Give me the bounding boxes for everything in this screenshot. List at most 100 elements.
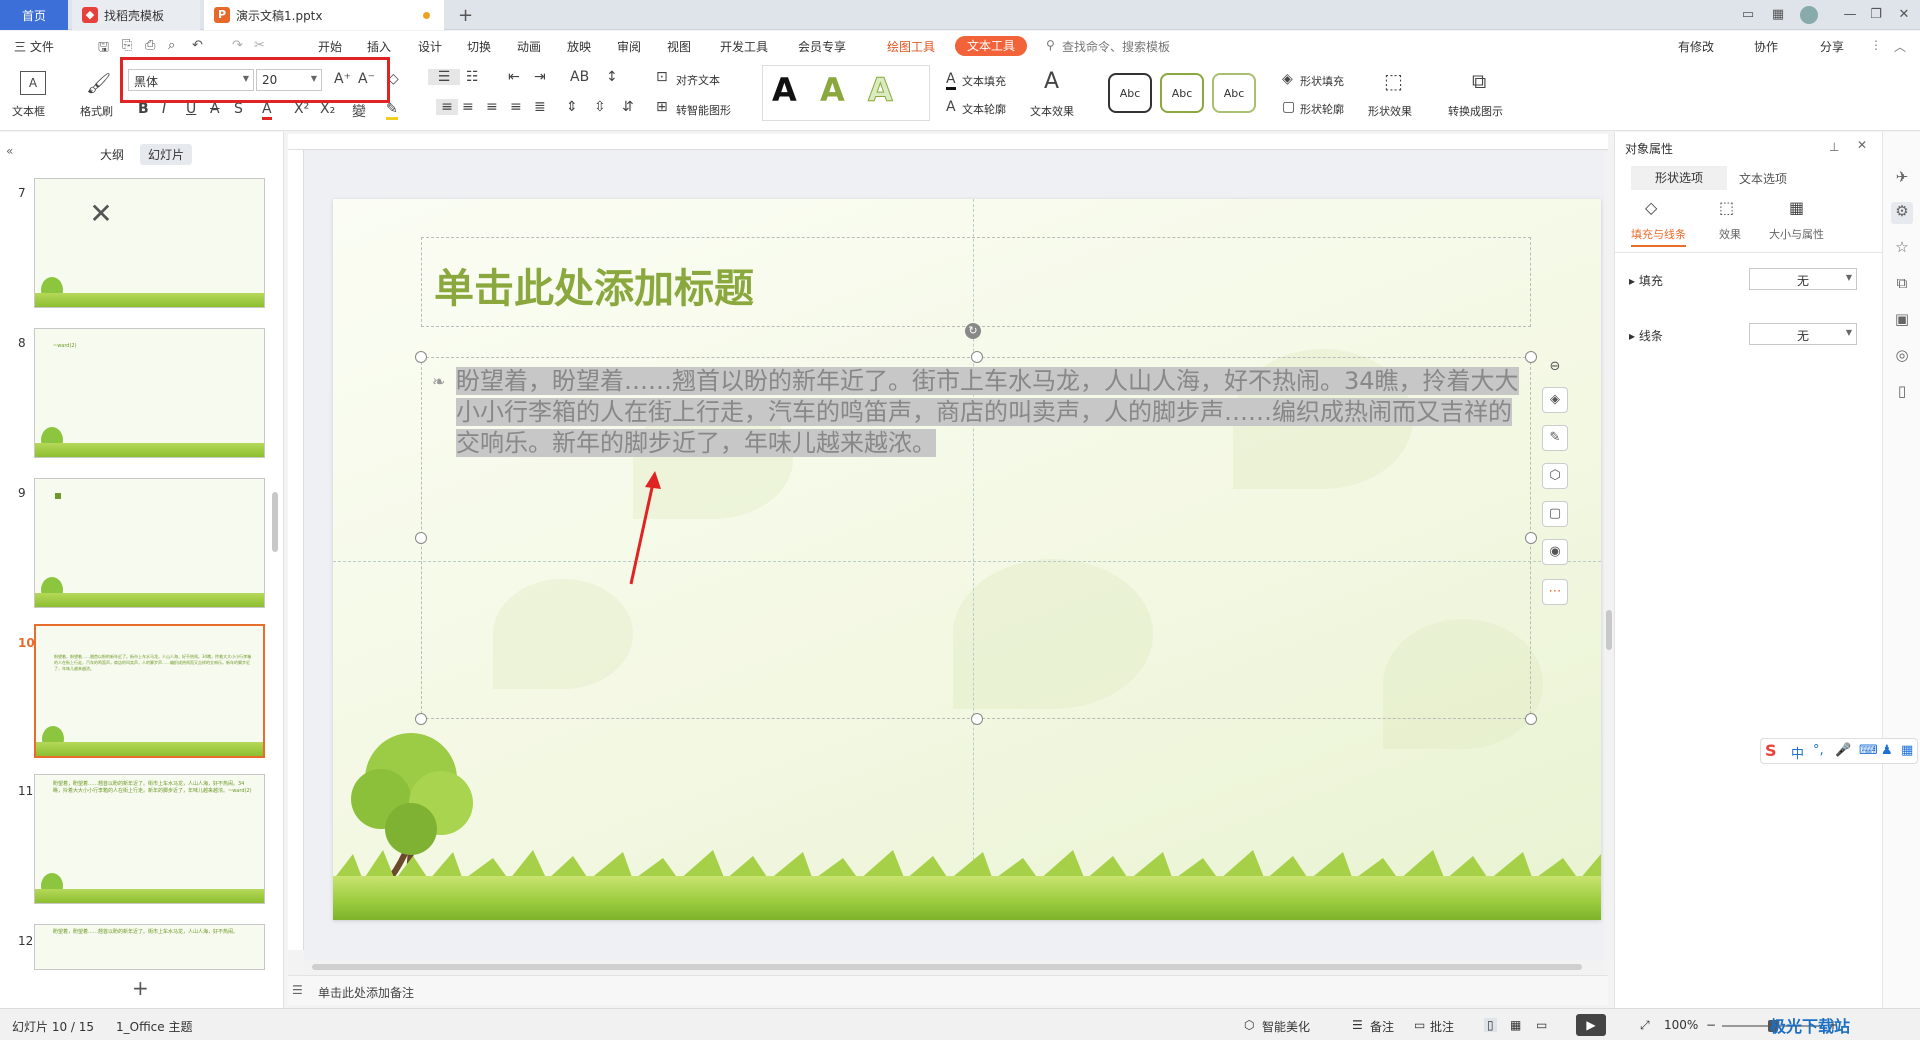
text-effect-icon[interactable]: A bbox=[1044, 69, 1059, 94]
smart-beautify-button[interactable]: 智能美化 bbox=[1262, 1018, 1310, 1035]
font-color-icon[interactable]: A bbox=[262, 101, 272, 120]
collapse-ribbon-icon[interactable]: ︿ bbox=[1894, 38, 1906, 55]
book-icon[interactable]: ▯ bbox=[1891, 382, 1913, 404]
menu-item-drawing-tools[interactable]: 绘图工具 bbox=[887, 38, 935, 55]
fill-bucket-icon[interactable]: ⬡ bbox=[1542, 463, 1568, 489]
rotate-handle-icon[interactable]: ↻ bbox=[965, 323, 981, 339]
resize-handle[interactable] bbox=[1525, 351, 1537, 363]
more-options-icon[interactable]: ⋯ bbox=[1542, 579, 1568, 605]
preview-icon[interactable]: ⌕ bbox=[168, 38, 175, 53]
subscript-icon[interactable]: X₂ bbox=[320, 101, 335, 117]
menu-file[interactable]: 三 文件 bbox=[14, 38, 54, 55]
settings-sliders-icon[interactable]: ⚙ bbox=[1891, 202, 1913, 224]
menu-item-design[interactable]: 设计 bbox=[418, 38, 442, 55]
justify-icon[interactable]: ≡ bbox=[510, 99, 522, 115]
shape-fill-icon[interactable]: ◈ bbox=[1282, 71, 1293, 87]
align-text-button[interactable]: 对齐文本 bbox=[676, 72, 720, 88]
layout-icon[interactable]: ▭ bbox=[1738, 6, 1758, 24]
resize-handle[interactable] bbox=[415, 351, 427, 363]
modified-status[interactable]: 有修改 bbox=[1678, 38, 1714, 55]
wing-icon[interactable]: ✈ bbox=[1891, 168, 1913, 190]
tab-outline[interactable]: 大纲 bbox=[92, 144, 132, 165]
resize-handle[interactable] bbox=[971, 351, 983, 363]
command-search[interactable]: 查找命令、搜索模板 bbox=[1062, 38, 1170, 55]
slide-thumbnail-7[interactable]: ✕ bbox=[34, 178, 265, 308]
collapse-panel-icon[interactable]: « bbox=[6, 144, 13, 158]
play-slideshow-icon[interactable]: ▶ bbox=[1576, 1014, 1606, 1036]
numbered-list-icon[interactable]: ☷ bbox=[466, 69, 479, 85]
line-section[interactable]: ▸ 线条 bbox=[1629, 327, 1663, 344]
align-right-icon[interactable]: ≡ bbox=[486, 99, 498, 115]
pin-icon[interactable]: ⊥ bbox=[1829, 140, 1839, 154]
reading-view-icon[interactable]: ▭ bbox=[1536, 1018, 1547, 1032]
menu-item-insert[interactable]: 插入 bbox=[367, 38, 391, 55]
close-icon[interactable]: ✕ bbox=[1894, 6, 1914, 24]
line-spacing-icon[interactable]: ⇕ bbox=[566, 99, 578, 115]
current-slide[interactable]: 单击此处添加标题 ↻ ❧ 盼望着，盼望着……翘首以盼的新年近了。街市上车水马龙，… bbox=[333, 199, 1601, 920]
panel-close-icon[interactable]: ✕ bbox=[1857, 138, 1867, 152]
smart-graphic-button[interactable]: 转智能图形 bbox=[676, 102, 731, 118]
text-outline-button[interactable]: 文本轮廓 bbox=[962, 101, 1006, 117]
subtab-fill-line[interactable]: 填充与线条 bbox=[1631, 226, 1686, 247]
textbox-icon[interactable]: A bbox=[20, 71, 46, 95]
phonetic-icon[interactable]: 變 bbox=[352, 101, 366, 121]
collaborate-button[interactable]: 协作 bbox=[1754, 38, 1778, 55]
menu-item-view[interactable]: 视图 bbox=[667, 38, 691, 55]
restore-icon[interactable]: ❐ bbox=[1866, 6, 1886, 24]
body-textbox[interactable]: ❧ 盼望着，盼望着……翘首以盼的新年近了。街市上车水马龙，人山人海，好不热闹。3… bbox=[415, 351, 1537, 725]
horizontal-scrollbar[interactable] bbox=[304, 960, 1604, 974]
slide-thumbnail-12[interactable]: 盼望着，盼望着……翘首以盼的新年近了。街市上车水马龙，人山人海，好不热闹。 bbox=[34, 924, 265, 970]
strikethrough-icon[interactable]: A bbox=[210, 101, 220, 117]
subtab-size[interactable]: 大小与属性 bbox=[1769, 226, 1824, 242]
convert-image-button[interactable]: 转换成图示 bbox=[1448, 103, 1503, 119]
resize-handle[interactable] bbox=[1525, 532, 1537, 544]
title-placeholder[interactable]: 单击此处添加标题 bbox=[421, 237, 1531, 327]
resize-handle[interactable] bbox=[1525, 713, 1537, 725]
tab-text-options[interactable]: 文本选项 bbox=[1739, 170, 1787, 187]
text-effect-button[interactable]: 文本效果 bbox=[1030, 103, 1074, 119]
avatar[interactable] bbox=[1800, 6, 1818, 24]
lightbulb-icon[interactable]: ◉ bbox=[1542, 539, 1568, 565]
tab-shape-options[interactable]: 形状选项 bbox=[1631, 166, 1727, 190]
convert-image-icon[interactable]: ⧉ bbox=[1472, 69, 1486, 93]
tab-slides[interactable]: 幻灯片 bbox=[140, 144, 193, 165]
tab-document[interactable]: P 演示文稿1.pptx bbox=[204, 0, 444, 30]
tab-home[interactable]: 首页 bbox=[0, 0, 68, 30]
text-direction-icon[interactable]: AB bbox=[570, 69, 589, 85]
share-button[interactable]: 分享 bbox=[1820, 38, 1844, 55]
fill-select[interactable]: 无 ▼ bbox=[1749, 268, 1857, 290]
save-icon[interactable]: 🖫 bbox=[98, 38, 109, 60]
ime-mode[interactable]: 中 bbox=[1791, 743, 1804, 762]
ime-toolbar[interactable]: S 中 °, 🎤 ⌨ ♟ ▦ bbox=[1760, 738, 1918, 764]
effect-icon[interactable]: ⬚ bbox=[1719, 198, 1734, 217]
redo-icon[interactable]: ↷ bbox=[232, 38, 243, 53]
compass-icon[interactable]: ◎ bbox=[1891, 346, 1913, 368]
shadow-icon[interactable]: S bbox=[234, 101, 243, 117]
panel-title[interactable]: 对象属性 bbox=[1625, 140, 1673, 157]
paragraph-spacing-icon[interactable]: ⇳ bbox=[594, 99, 606, 115]
fill-section[interactable]: ▸ 填充 bbox=[1629, 272, 1663, 289]
underline-icon[interactable]: U bbox=[186, 101, 196, 117]
format-painter-icon[interactable]: 🖌 bbox=[86, 71, 111, 95]
notes-toggle-button[interactable]: 备注 bbox=[1370, 1018, 1394, 1035]
comments-button[interactable]: 批注 bbox=[1430, 1018, 1454, 1035]
line-select[interactable]: 无 ▼ bbox=[1749, 323, 1857, 345]
zoom-level[interactable]: 100% bbox=[1664, 1018, 1698, 1032]
wordart-style-green[interactable]: A bbox=[820, 71, 845, 109]
align-center-icon[interactable]: ≡ bbox=[462, 99, 474, 115]
menu-item-animation[interactable]: 动画 bbox=[517, 38, 541, 55]
add-slide-button[interactable]: + bbox=[132, 976, 149, 1000]
align-left-icon[interactable]: ≡ bbox=[436, 99, 458, 115]
fit-window-icon[interactable]: ⤢ bbox=[1640, 1018, 1650, 1033]
bold-icon[interactable]: B bbox=[138, 101, 149, 117]
menu-grid-icon[interactable]: ▦ bbox=[1901, 743, 1913, 758]
star-icon[interactable]: ☆ bbox=[1891, 238, 1913, 260]
superscript-icon[interactable]: X² bbox=[294, 101, 309, 117]
wordart-style-black[interactable]: A bbox=[772, 71, 797, 109]
undo-icon[interactable]: ↶ bbox=[192, 38, 203, 53]
menu-item-text-tools[interactable]: 文本工具 bbox=[955, 36, 1028, 56]
shape-style-3[interactable]: Abc bbox=[1212, 73, 1256, 113]
column-spacing-icon[interactable]: ⇵ bbox=[622, 99, 634, 115]
vertical-scrollbar[interactable] bbox=[1604, 150, 1614, 960]
print-icon[interactable]: ⎙ bbox=[145, 38, 155, 53]
